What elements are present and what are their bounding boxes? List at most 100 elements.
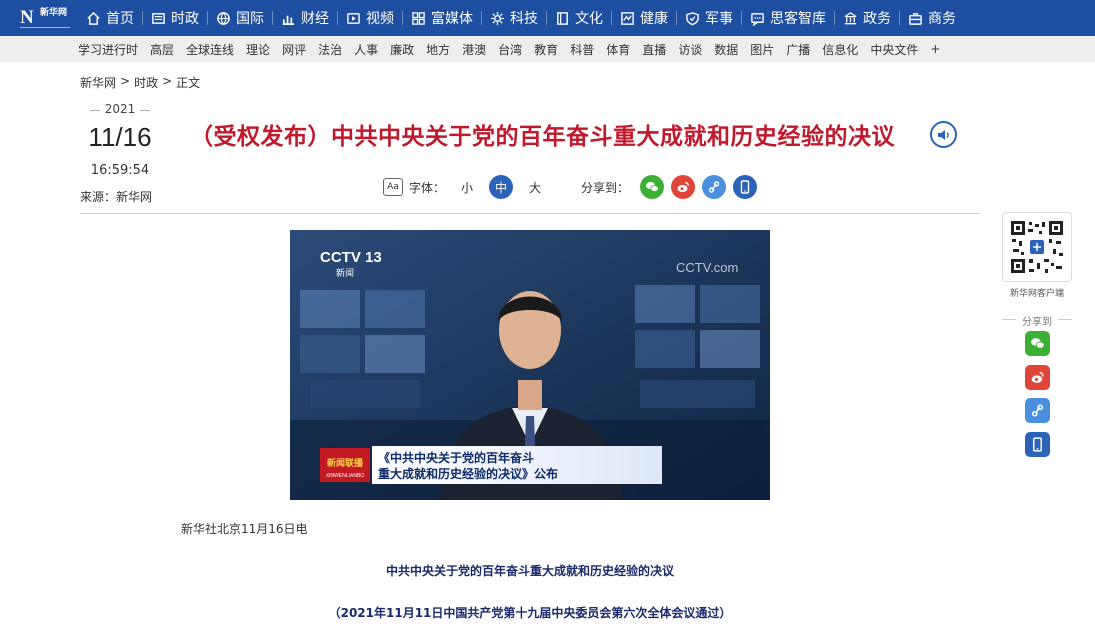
share-label: 分享到： xyxy=(581,180,630,195)
nav-item-business[interactable]: 商务 xyxy=(900,0,964,36)
breadcrumb-current: 正文 xyxy=(176,76,201,90)
caption-line-1: 《中共中央关于党的百年奋斗 xyxy=(378,450,534,465)
font-size-icon: Aa xyxy=(383,178,403,196)
nav-item-politics[interactable]: 时政 xyxy=(143,0,207,36)
publish-time: 16:59:54 xyxy=(90,163,150,178)
health-icon xyxy=(620,11,635,26)
app-qr-code[interactable] xyxy=(1002,212,1072,282)
subnav-item[interactable]: 地方 xyxy=(426,41,450,58)
subnav-item[interactable]: 高层 xyxy=(150,41,174,58)
tech-icon xyxy=(490,11,505,26)
subnav-item[interactable]: 全球连线 xyxy=(186,41,234,58)
font-medium-button[interactable]: 中 xyxy=(489,175,514,199)
sidebar-weibo-icon[interactable] xyxy=(1025,365,1050,390)
government-icon xyxy=(843,11,858,26)
sidebar-link-icon[interactable] xyxy=(1025,398,1050,423)
sidebar-mobile-icon[interactable] xyxy=(1025,432,1050,457)
nav-item-label: 商务 xyxy=(928,11,956,27)
subnav-more-button[interactable]: + xyxy=(930,42,940,56)
news-video-player[interactable]: CCTV 13 新闻 CCTV.com 新闻联播 XINWENLIANBO 《中… xyxy=(290,230,770,500)
nav-item-label: 政务 xyxy=(863,11,891,27)
mobile-share-icon[interactable] xyxy=(733,175,758,199)
subnav-item[interactable]: 广播 xyxy=(786,41,810,58)
nav-item-finance[interactable]: 财经 xyxy=(273,0,337,36)
subnav-item[interactable]: 教育 xyxy=(534,41,558,58)
read-aloud-button[interactable] xyxy=(930,121,957,148)
subnav-item[interactable]: 体育 xyxy=(606,41,630,58)
subnav-item[interactable]: 人事 xyxy=(354,41,378,58)
subnav-item[interactable]: 访谈 xyxy=(678,41,702,58)
subnav-item[interactable]: 图片 xyxy=(750,41,774,58)
program-badge-en: XINWENLIANBO xyxy=(326,473,364,479)
video-icon xyxy=(346,11,361,26)
nav-item-label: 富媒体 xyxy=(431,11,473,27)
nav-item-label: 首页 xyxy=(106,11,134,27)
caption-line-2: 重大成就和历史经验的决议》公布 xyxy=(378,466,558,481)
subnav-item[interactable]: 学习进行时 xyxy=(78,41,138,58)
subnav-item[interactable]: 直播 xyxy=(642,41,666,58)
publish-year: 2021 xyxy=(90,102,150,116)
subnav-item[interactable]: 理论 xyxy=(246,41,270,58)
font-size-label: 字体： xyxy=(409,180,446,195)
subnav-item[interactable]: 科普 xyxy=(570,41,594,58)
wechat-share-icon[interactable] xyxy=(640,175,665,199)
qr-code-icon xyxy=(1009,219,1065,275)
nav-item-media[interactable]: 富媒体 xyxy=(403,0,481,36)
breadcrumb: 新华网 > 时政 > 正文 xyxy=(80,74,200,91)
header-divider xyxy=(80,213,980,214)
logo-text: 新华网 xyxy=(40,8,68,18)
link-share-icon[interactable] xyxy=(702,175,727,199)
subnav-item[interactable]: 数据 xyxy=(714,41,738,58)
publish-day: 11/16 xyxy=(88,122,152,152)
nav-item-international[interactable]: 国际 xyxy=(208,0,272,36)
nav-item-culture[interactable]: 文化 xyxy=(547,0,611,36)
nav-item-home[interactable]: 首页 xyxy=(78,0,142,36)
nav-item-label: 文化 xyxy=(575,11,603,27)
sidebar-wechat-icon[interactable] xyxy=(1025,331,1050,356)
breadcrumb-separator: > xyxy=(120,74,131,88)
breadcrumb-separator: > xyxy=(162,74,173,88)
nav-item-government[interactable]: 政务 xyxy=(835,0,899,36)
video-frame: CCTV 13 新闻 CCTV.com 新闻联播 XINWENLIANBO 《中… xyxy=(290,230,770,500)
cctv-channel-sub: 新闻 xyxy=(336,267,354,279)
nav-item-video[interactable]: 视频 xyxy=(338,0,402,36)
document-subtitle: （2021年11月11日中国共产党第十九届中央委员会第六次全体会议通过） xyxy=(328,606,732,620)
xinhua-logo[interactable]: N 新华网 xyxy=(20,4,70,32)
weibo-share-icon[interactable] xyxy=(671,175,696,199)
subnav-item[interactable]: 港澳 xyxy=(462,41,486,58)
culture-icon xyxy=(555,11,570,26)
subnav-item[interactable]: 廉政 xyxy=(390,41,414,58)
nav-item-label: 视频 xyxy=(366,11,394,27)
sidebar-share-label: 分享到 xyxy=(1000,313,1074,328)
subnav-item[interactable]: 台湾 xyxy=(498,41,522,58)
media-icon xyxy=(411,11,426,26)
globe-icon xyxy=(216,11,231,26)
program-badge: 新闻联播 xyxy=(327,457,364,469)
politics-icon xyxy=(151,11,166,26)
subnav-item[interactable]: 中央文件 xyxy=(870,41,918,58)
thinktank-icon xyxy=(750,11,765,26)
nav-item-thinktank[interactable]: 思客智库 xyxy=(742,0,834,36)
font-small-button[interactable]: 小 xyxy=(455,175,479,199)
nav-item-label: 科技 xyxy=(510,11,538,27)
subnav-item[interactable]: 法治 xyxy=(318,41,342,58)
breadcrumb-section[interactable]: 时政 xyxy=(134,74,158,91)
cctv-watermark: CCTV.com xyxy=(676,260,738,275)
nav-item-tech[interactable]: 科技 xyxy=(482,0,546,36)
nav-item-military[interactable]: 军事 xyxy=(677,0,741,36)
document-title: 中共中央关于党的百年奋斗重大成就和历史经验的决议 xyxy=(385,564,674,578)
nav-item-health[interactable]: 健康 xyxy=(612,0,676,36)
nav-item-label: 军事 xyxy=(705,11,733,27)
finance-icon xyxy=(281,11,296,26)
subnav-item[interactable]: 网评 xyxy=(282,41,306,58)
font-large-button[interactable]: 大 xyxy=(523,175,547,199)
nav-item-label: 思客智库 xyxy=(770,11,826,27)
breadcrumb-home[interactable]: 新华网 xyxy=(80,74,116,91)
business-icon xyxy=(908,11,923,26)
nav-item-label: 国际 xyxy=(236,11,264,27)
article-title: （受权发布）中共中央关于党的百年奋斗重大成就和历史经验的决议 xyxy=(190,124,895,150)
logo-underline xyxy=(20,27,70,30)
nav-item-label: 财经 xyxy=(301,11,329,27)
home-icon xyxy=(86,11,101,26)
subnav-item[interactable]: 信息化 xyxy=(822,41,858,58)
